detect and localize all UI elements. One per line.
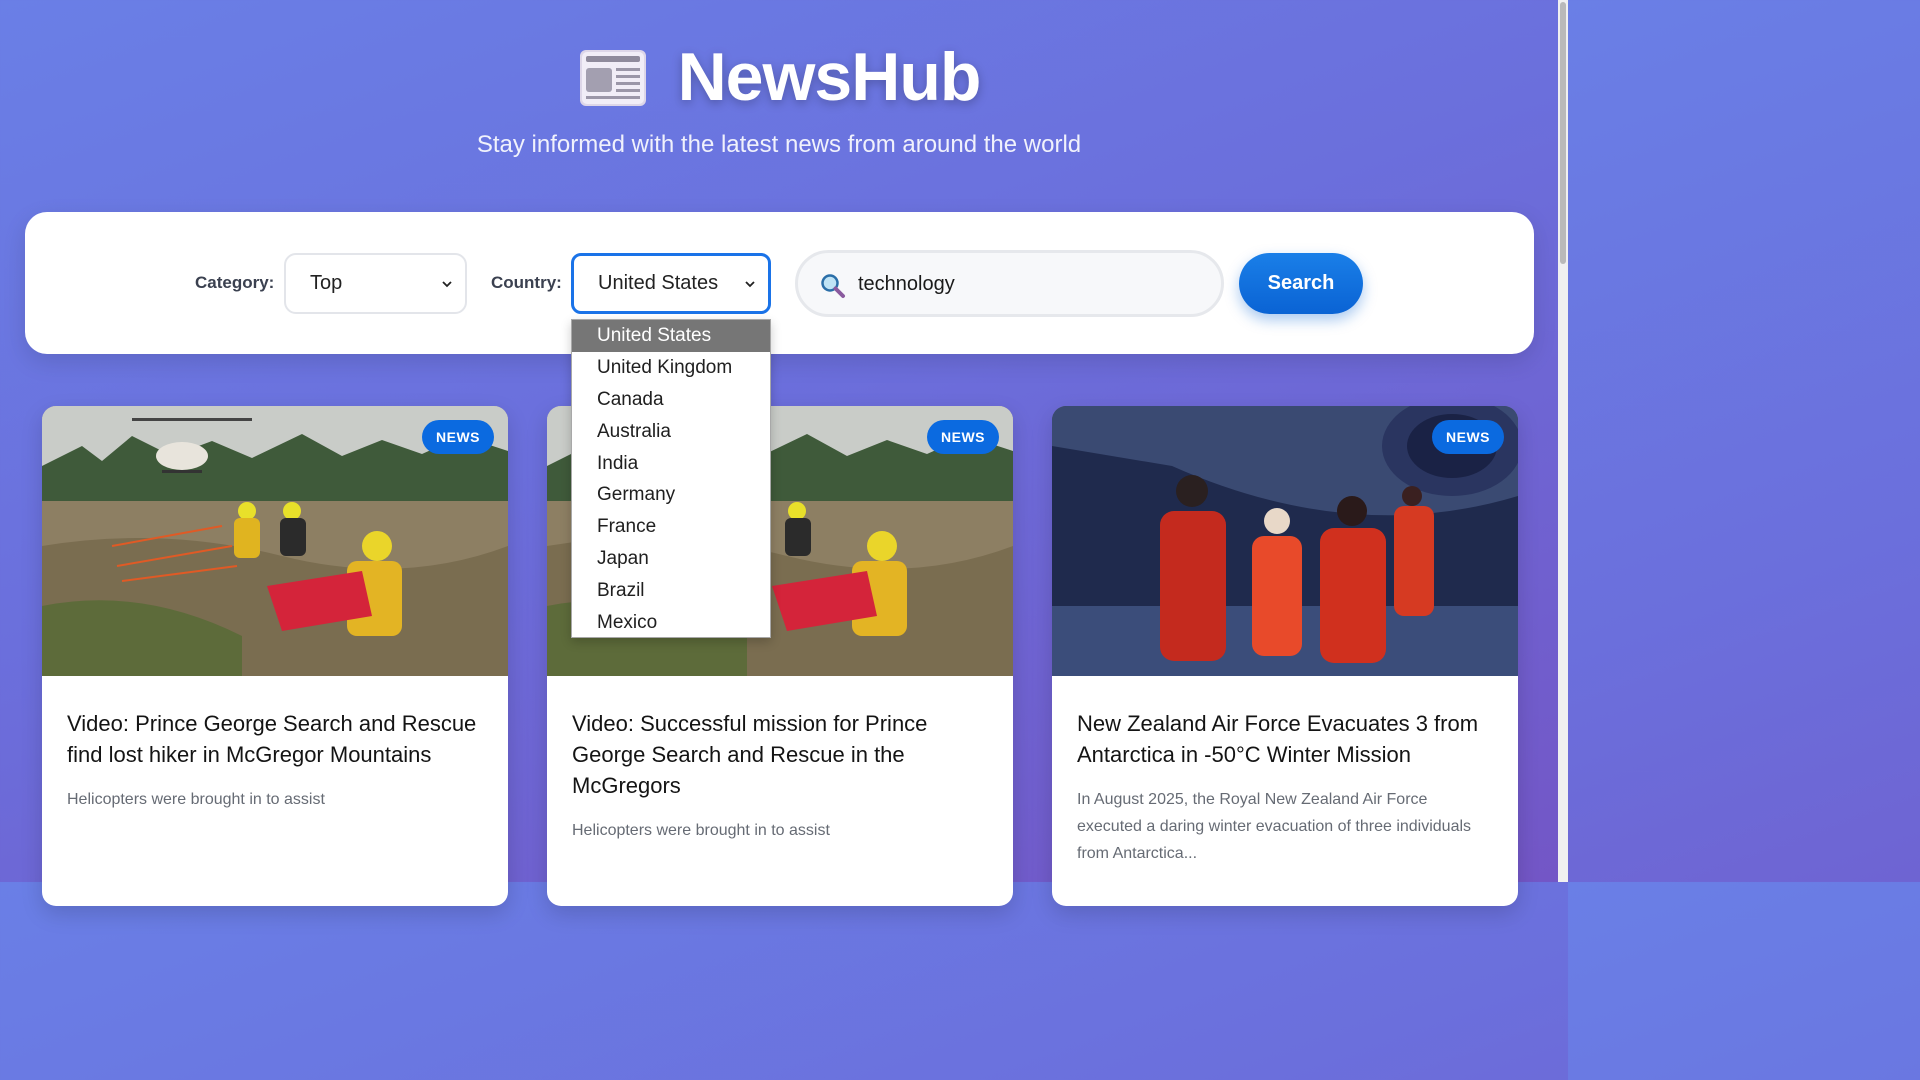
country-option[interactable]: United States: [572, 320, 770, 352]
article-image[interactable]: NEWS: [42, 406, 508, 676]
newspaper-icon: [578, 46, 648, 108]
app-subtitle: Stay informed with the latest news from …: [476, 131, 1082, 158]
search-input[interactable]: [858, 267, 1198, 301]
chevron-down-icon: [442, 280, 452, 287]
scrollbar-thumb[interactable]: [1560, 2, 1566, 264]
search-icon: [821, 274, 845, 298]
article-description: Helicopters were brought in to assist: [572, 822, 830, 839]
article-description: Helicopters were brought in to assist: [67, 791, 325, 808]
country-option[interactable]: Germany: [572, 479, 770, 511]
article-title[interactable]: Video: Prince George Search and Rescue f…: [67, 708, 477, 770]
app-title: NewsHub: [677, 39, 982, 115]
brand: NewsHub: [0, 38, 1558, 116]
country-label: Country:: [491, 273, 562, 292]
country-option[interactable]: Japan: [572, 543, 770, 575]
article-title[interactable]: New Zealand Air Force Evacuates 3 from A…: [1077, 708, 1487, 770]
search-button[interactable]: Search: [1239, 253, 1363, 314]
category-select-value: Top: [310, 272, 343, 294]
news-badge: NEWS: [927, 420, 999, 454]
search-field: [795, 250, 1224, 317]
country-option[interactable]: Mexico: [572, 607, 770, 639]
news-badge: NEWS: [422, 420, 494, 454]
country-option[interactable]: France: [572, 511, 770, 543]
article-image[interactable]: NEWS: [1052, 406, 1518, 676]
country-option[interactable]: Brazil: [572, 575, 770, 607]
country-option[interactable]: India: [572, 448, 770, 480]
category-label: Category:: [195, 273, 275, 292]
article-card[interactable]: NEWS New Zealand Air Force Evacuates 3 f…: [1052, 406, 1518, 906]
country-option[interactable]: Canada: [572, 384, 770, 416]
article-description: In August 2025, the Royal New Zealand Ai…: [1077, 791, 1472, 862]
country-option[interactable]: United Kingdom: [572, 352, 770, 384]
country-select-value: United States: [598, 272, 719, 294]
page-header: NewsHub Stay informed with the latest ne…: [0, 0, 1558, 200]
scrollbar[interactable]: [1558, 0, 1568, 882]
country-select[interactable]: United States: [571, 253, 771, 314]
article-title[interactable]: Video: Successful mission for Prince Geo…: [572, 708, 982, 801]
category-select[interactable]: Top: [284, 253, 467, 314]
article-card[interactable]: NEWS Video: Prince George Search and Res…: [42, 406, 508, 906]
country-option[interactable]: Australia: [572, 416, 770, 448]
chevron-down-icon: [745, 280, 755, 287]
country-dropdown-list: United States United Kingdom Canada Austral…: [571, 319, 771, 638]
news-badge: NEWS: [1432, 420, 1504, 454]
